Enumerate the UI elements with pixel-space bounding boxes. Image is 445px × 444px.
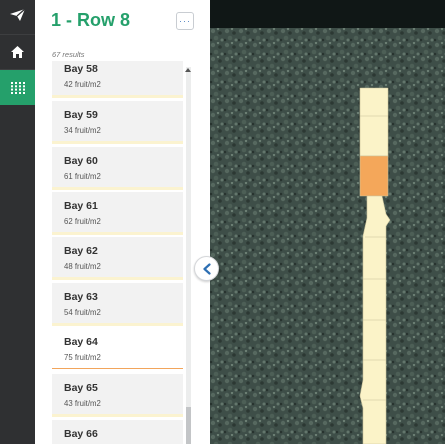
grid-icon xyxy=(10,81,25,94)
more-options-button[interactable]: ··· xyxy=(176,12,194,30)
page-title: 1 - Row 8 xyxy=(51,10,131,30)
list-scrollbar[interactable] xyxy=(185,67,192,444)
list-item[interactable]: Bay 58 42 fruit/m2 xyxy=(52,61,183,98)
results-count: 67 results xyxy=(52,50,85,59)
bay-name: Bay 65 xyxy=(64,382,98,394)
row-bays-overlay[interactable] xyxy=(210,0,445,444)
scroll-up-arrow-icon[interactable] xyxy=(185,68,191,72)
list-item[interactable]: Bay 61 62 fruit/m2 xyxy=(52,192,183,235)
bay-name: Bay 64 xyxy=(64,336,98,348)
scrollbar-track[interactable] xyxy=(186,67,191,444)
home-icon xyxy=(11,46,24,58)
bay-name: Bay 58 xyxy=(64,63,98,75)
nav-home[interactable] xyxy=(0,34,35,70)
row-map[interactable] xyxy=(210,0,445,444)
list-item[interactable]: Bay 62 48 fruit/m2 xyxy=(52,237,183,280)
bay-list: Bay 58 42 fruit/m2 Bay 59 34 fruit/m2 Ba… xyxy=(52,61,183,444)
bay-fruit-density: 43 fruit/m2 xyxy=(64,399,101,408)
list-item[interactable]: Bay 65 43 fruit/m2 xyxy=(52,374,183,417)
list-item[interactable]: Bay 59 34 fruit/m2 xyxy=(52,101,183,144)
list-item-selected[interactable]: Bay 64 75 fruit/m2 xyxy=(52,328,183,369)
bay-fruit-density: 34 fruit/m2 xyxy=(64,126,101,135)
nav-rail xyxy=(0,0,35,444)
collapse-panel-button[interactable] xyxy=(194,256,219,281)
bay-fruit-density: 54 fruit/m2 xyxy=(64,308,101,317)
app-logo[interactable] xyxy=(0,0,35,30)
list-item[interactable]: Bay 60 61 fruit/m2 xyxy=(52,147,183,190)
bay-name: Bay 66 xyxy=(64,428,98,440)
bay-name: Bay 63 xyxy=(64,291,98,303)
paper-plane-icon xyxy=(10,8,26,21)
bay-fruit-density: 48 fruit/m2 xyxy=(64,262,101,271)
bay-fruit-density: 42 fruit/m2 xyxy=(64,80,101,89)
nav-grid[interactable] xyxy=(0,70,35,105)
chevron-left-icon xyxy=(202,262,211,275)
bay-name: Bay 62 xyxy=(64,245,98,257)
bay-fruit-density: 61 fruit/m2 xyxy=(64,172,101,181)
bay-name: Bay 61 xyxy=(64,200,98,212)
scrollbar-thumb[interactable] xyxy=(186,407,191,444)
bay-fruit-density: 62 fruit/m2 xyxy=(64,217,101,226)
row-panel: 1 - Row 8 ··· 67 results Bay 58 42 fruit… xyxy=(35,0,210,444)
bay-fruit-density: 75 fruit/m2 xyxy=(64,353,101,362)
list-item[interactable]: Bay 66 xyxy=(52,420,183,444)
bay-name: Bay 60 xyxy=(64,155,98,167)
list-item[interactable]: Bay 63 54 fruit/m2 xyxy=(52,283,183,326)
bay-name: Bay 59 xyxy=(64,109,98,121)
